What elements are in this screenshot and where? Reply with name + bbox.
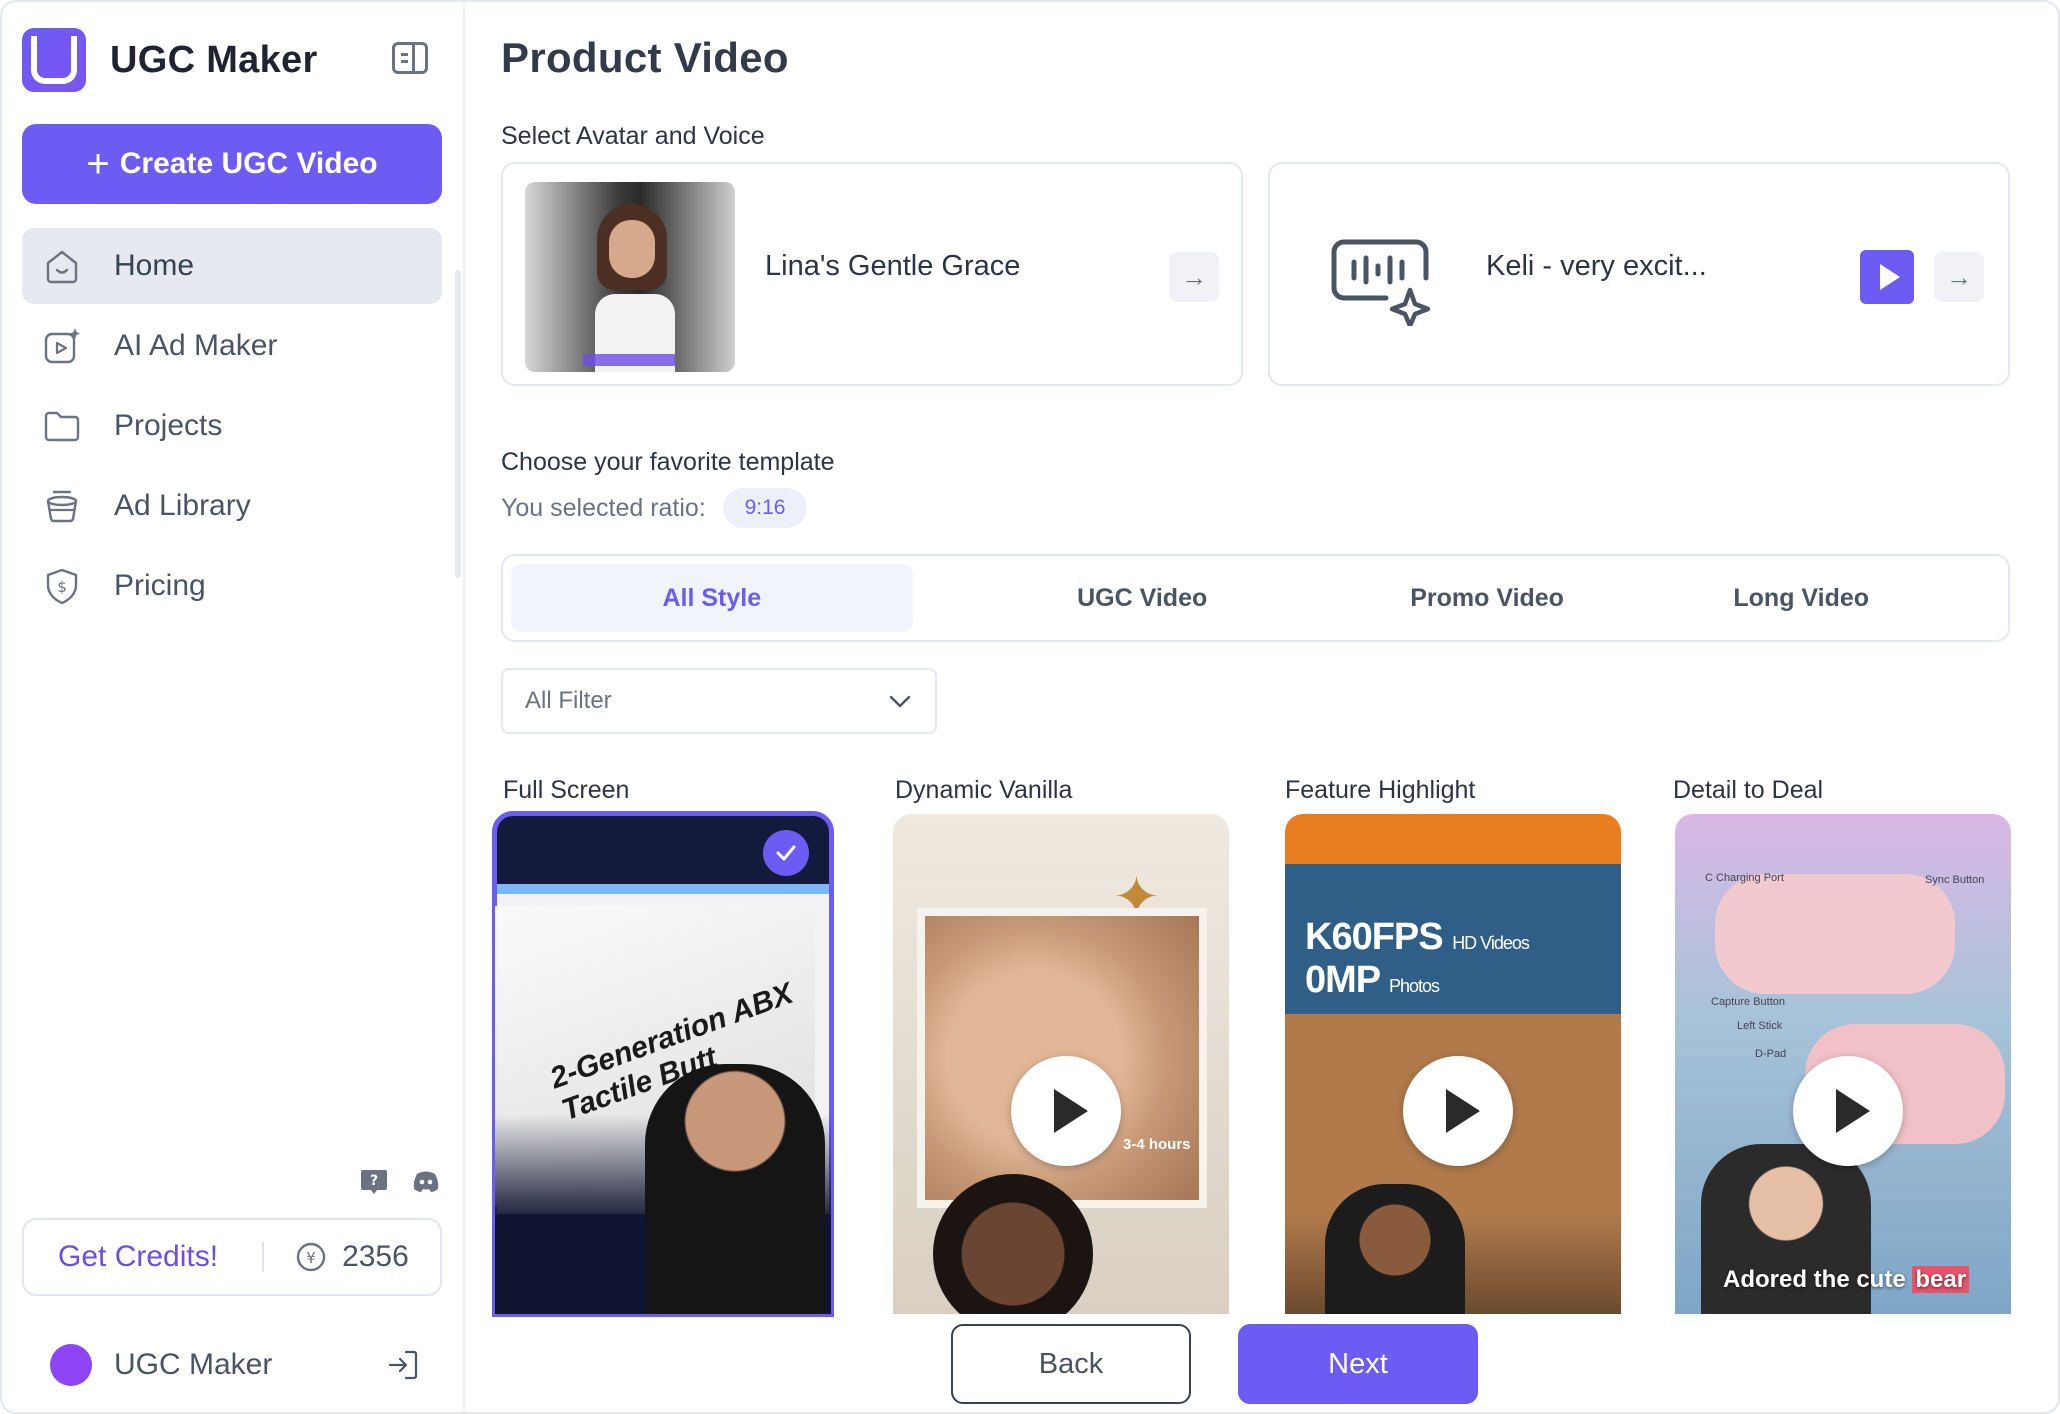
template-label-full-screen: Full Screen [503,776,630,804]
user-profile[interactable]: UGC Maker [50,1344,272,1386]
logout-icon[interactable] [386,1348,420,1382]
avatar-section-label: Select Avatar and Voice [501,122,765,150]
template-card-full-screen[interactable]: 2-Generation ABX Tactile Butt [492,811,834,1317]
brand[interactable]: UGC Maker [22,28,318,92]
app-window: UGC Maker + Create UGC Video Home AI Ad … [0,0,2060,1414]
sidebar-item-label: Pricing [114,569,206,602]
next-button[interactable]: Next [1238,1324,1478,1404]
page-title: Product Video [501,34,789,81]
avatar [50,1344,92,1386]
voice-play-button[interactable] [1860,250,1914,304]
user-name: UGC Maker [114,1348,273,1381]
folder-icon [42,406,82,446]
coin-icon: ¥ [296,1242,326,1272]
create-ugc-video-label: Create UGC Video [119,147,378,180]
sidebar-item-label: Home [114,249,195,282]
voice-name: Keli - very excit... [1486,250,1707,282]
app-name: UGC Maker [110,38,318,81]
filter-value: All Filter [525,687,612,714]
template-label-detail-to-deal: Detail to Deal [1673,776,1824,804]
sidebar-item-label: AI Ad Maker [114,329,278,362]
home-icon [42,246,82,286]
ratio-badge: 9:16 [723,488,807,528]
template-overlay-text: Adored the cute bear [1723,1266,1970,1294]
avatar-name: Lina's Gentle Grace [765,250,1021,282]
sidebar-nav: Home AI Ad Maker Projects Ad Library $ P… [22,228,442,628]
sidebar-item-ad-library[interactable]: Ad Library [22,468,442,544]
template-overlay-text: 3-4 hours [1123,1136,1191,1153]
avatar-thumbnail [525,182,735,372]
discord-icon[interactable] [411,1166,441,1196]
sidebar-item-projects[interactable]: Projects [22,388,442,464]
selected-check-icon [763,830,809,876]
template-card-feature-highlight[interactable]: K60FPS HD Videos 0MP Photos [1285,814,1621,1314]
template-tabs: All Style UGC Video Promo Video Long Vid… [501,554,2010,642]
sidebar-item-ai-ad-maker[interactable]: AI Ad Maker [22,308,442,384]
credits-divider [262,1242,265,1272]
template-overlay-text: K60FPS HD Videos 0MP Photos [1305,916,1530,1001]
svg-text:$: $ [57,578,67,596]
get-credits-link[interactable]: Get Credits! [58,1240,218,1274]
tab-promo-video[interactable]: Promo Video [1372,564,1603,632]
help-icons: ? [359,1166,441,1196]
play-icon[interactable] [1403,1056,1513,1166]
voice-card[interactable]: Keli - very excit... → [1268,162,2010,386]
template-card-dynamic-vanilla[interactable]: ✦ 3-4 hours [893,814,1229,1314]
template-presenter [645,1064,825,1314]
ratio-label: You selected ratio: [501,494,706,522]
sidebar: UGC Maker + Create UGC Video Home AI Ad … [2,2,465,1412]
sidebar-collapse-icon[interactable] [392,42,428,74]
chevron-down-icon [889,695,911,708]
template-label-dynamic-vanilla: Dynamic Vanilla [895,776,1073,804]
library-icon [42,486,82,526]
main-content: Product Video Select Avatar and Voice Li… [465,2,2058,1412]
avatar-change-arrow-icon[interactable]: → [1169,252,1219,302]
template-presenter [1325,1184,1465,1314]
filter-select[interactable]: All Filter [501,668,937,734]
play-icon[interactable] [1011,1056,1121,1166]
svg-text:¥: ¥ [306,1249,316,1267]
sidebar-item-label: Ad Library [114,489,251,522]
tab-long-video[interactable]: Long Video [1602,564,2000,632]
sidebar-scrollbar[interactable] [455,270,461,578]
sidebar-item-home[interactable]: Home [22,228,442,304]
avatar-card[interactable]: Lina's Gentle Grace → [501,162,1243,386]
svg-text:?: ? [370,1173,378,1189]
tab-ugc-video[interactable]: UGC Video [913,564,1372,632]
voice-change-arrow-icon[interactable]: → [1934,252,1984,302]
sidebar-item-label: Projects [114,409,223,442]
credits-box: Get Credits! ¥ 2356 [22,1218,442,1296]
voice-waveform-icon [1331,239,1431,326]
pricing-shield-icon: $ [42,566,82,606]
app-logo [22,28,86,92]
template-label-feature-highlight: Feature Highlight [1285,776,1476,804]
help-icon[interactable]: ? [359,1166,389,1196]
tab-all-style[interactable]: All Style [511,564,913,632]
create-ugc-video-button[interactable]: + Create UGC Video [22,124,442,204]
ai-video-icon [42,326,82,366]
template-section-label: Choose your favorite template [501,448,835,476]
credits-balance: 2356 [342,1240,409,1273]
play-icon[interactable] [1793,1056,1903,1166]
template-card-detail-to-deal[interactable]: C Charging Port Sync Button Capture Butt… [1675,814,2011,1314]
sidebar-item-pricing[interactable]: $ Pricing [22,548,442,624]
plus-icon: + [86,142,110,186]
back-button[interactable]: Back [951,1324,1191,1404]
